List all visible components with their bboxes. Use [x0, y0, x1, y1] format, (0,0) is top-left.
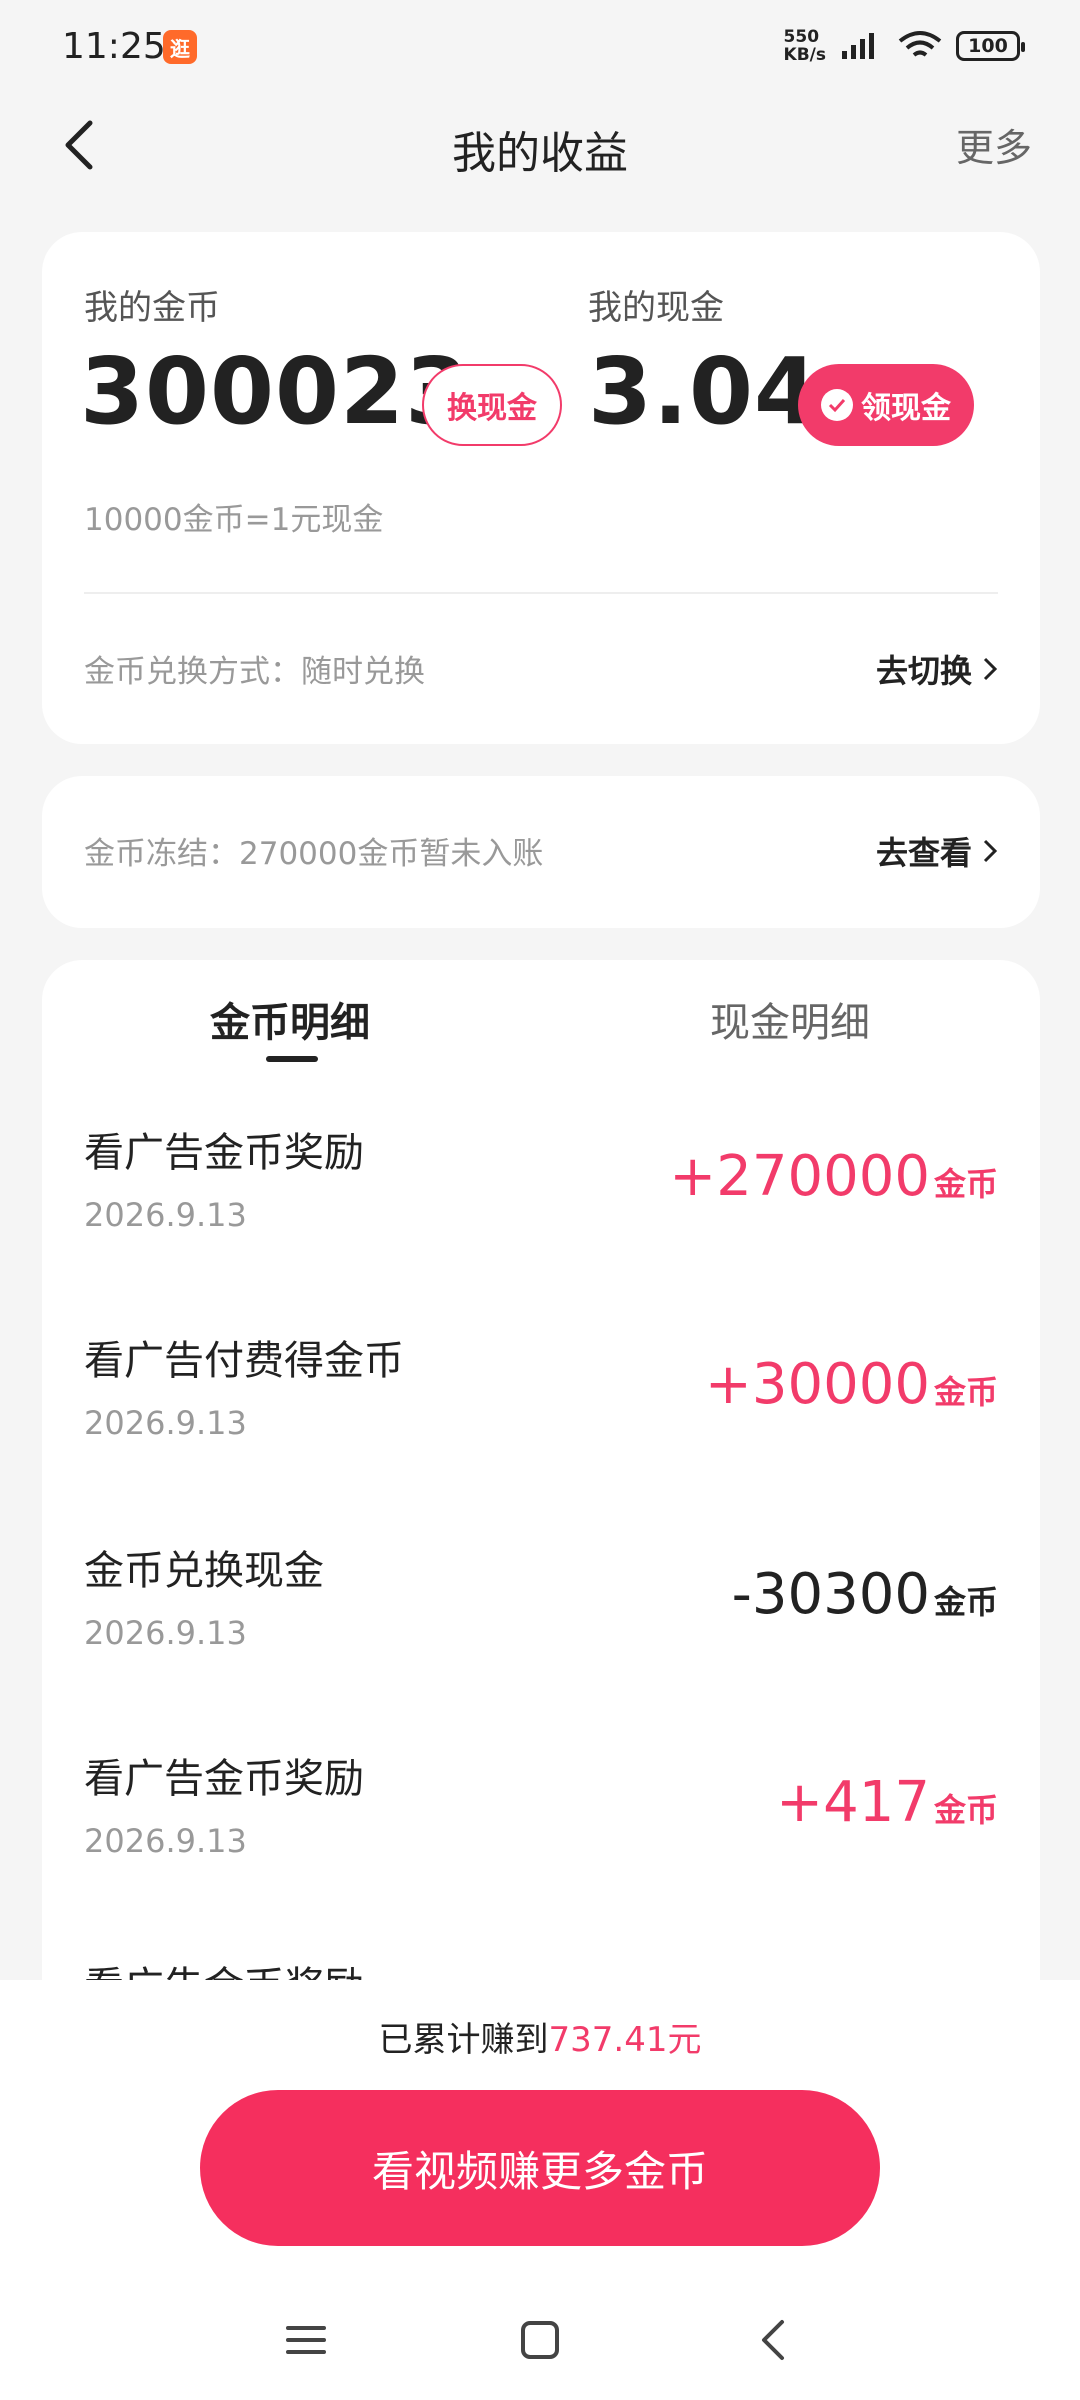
- network-speed: 550 KB/s: [784, 28, 826, 64]
- transaction-amount-unit: 金币: [933, 1583, 998, 1621]
- transaction-title: 看广告金币奖励: [84, 1130, 364, 1176]
- watch-video-earn-button[interactable]: 看视频赚更多金币: [200, 2090, 880, 2246]
- chevron-right-icon: [983, 839, 998, 863]
- transaction-date: 2026.9.13: [84, 1196, 247, 1234]
- transaction-amount-unit: 金币: [933, 1791, 998, 1829]
- tab-cash-details[interactable]: 现金明细: [710, 990, 870, 1048]
- cash-label: 我的现金: [588, 288, 724, 328]
- exchange-method-text: 金币兑换方式：随时兑换: [84, 654, 425, 690]
- transaction-amount: +30000 金币: [705, 1352, 998, 1417]
- total-earned-amount: 737.41元: [548, 2020, 702, 2060]
- transaction-amount-unit: 金币: [933, 1165, 998, 1203]
- exchange-cash-button[interactable]: 换现金: [422, 364, 562, 446]
- transaction-title: 看广告金币奖励: [84, 1756, 364, 1802]
- earnings-card: 我的金币 300023 换现金 我的现金 3.04 领现金 10000金币=1元…: [42, 232, 1040, 744]
- total-earned-label: 已累计赚到: [378, 2020, 549, 2060]
- status-bar: 11:25 逛 550 KB/s 100: [0, 0, 1080, 95]
- coin-label: 我的金币: [84, 288, 220, 328]
- divider: [84, 592, 998, 594]
- transaction-date: 2026.9.13: [84, 1404, 247, 1442]
- transaction-title: 看广告付费得金币: [84, 1338, 404, 1384]
- signal-icon: [842, 33, 874, 59]
- menu-icon[interactable]: [276, 2310, 336, 2370]
- frozen-coins-card: 金币冻结：270000金币暂未入账 去查看: [42, 776, 1040, 928]
- home-icon[interactable]: [510, 2310, 570, 2370]
- withdraw-cash-button[interactable]: 领现金: [798, 364, 974, 446]
- tab-coin-details[interactable]: 金币明细: [210, 990, 370, 1048]
- network-speed-unit: KB/s: [783, 45, 826, 65]
- transaction-row: 看广告金币奖励 2026.9.13 +270000 金币: [84, 1120, 998, 1320]
- chevron-right-icon: [983, 657, 998, 681]
- wifi-icon: [898, 31, 942, 57]
- app-notification-icon: 逛: [163, 30, 197, 64]
- transaction-amount-unit: 金币: [933, 1373, 998, 1411]
- status-icons: 550 KB/s 100: [784, 28, 1025, 64]
- transaction-amount-value: +30000: [704, 1352, 930, 1417]
- transaction-row: 看广告付费得金币 2026.9.13 +30000 金币: [84, 1328, 998, 1528]
- transaction-row: 金币兑换现金 2026.9.13 -30300 金币: [84, 1538, 998, 1738]
- transaction-date: 2026.9.13: [84, 1614, 247, 1652]
- switch-method-label: 去切换: [875, 652, 972, 690]
- transaction-date: 2026.9.13: [84, 1822, 247, 1860]
- exchange-rate: 10000金币=1元现金: [84, 502, 384, 538]
- cash-balance: 3.04: [588, 338, 819, 445]
- more-button[interactable]: 更多: [956, 117, 1032, 172]
- transaction-row: 看广告金币奖励 2026.9.13 +417 金币: [84, 1746, 998, 1946]
- transaction-title: 金币兑换现金: [84, 1548, 324, 1594]
- transaction-amount-value: +417: [776, 1770, 930, 1835]
- view-frozen-link[interactable]: 去查看: [876, 828, 998, 874]
- system-nav-bar: [0, 2282, 1080, 2392]
- wechat-icon: [821, 389, 853, 421]
- coin-balance: 300023: [80, 338, 471, 445]
- total-earned: 已累计赚到737.41元: [0, 2012, 1080, 2061]
- page-title: 我的收益: [452, 128, 628, 179]
- view-frozen-label: 去查看: [875, 834, 972, 872]
- transaction-amount: +270000 金币: [669, 1144, 998, 1209]
- back-icon[interactable]: [744, 2310, 804, 2370]
- withdraw-cash-label: 领现金: [861, 391, 951, 426]
- status-time: 11:25: [62, 26, 166, 67]
- transaction-amount: -30300 金币: [732, 1562, 998, 1627]
- battery-icon: 100: [956, 31, 1025, 61]
- transaction-amount: +417 金币: [776, 1770, 998, 1835]
- header: 我的收益 更多: [0, 95, 1080, 215]
- network-speed-value: 550: [783, 27, 820, 47]
- active-tab-indicator: [266, 1056, 318, 1062]
- transaction-amount-value: +270000: [669, 1144, 930, 1209]
- frozen-coins-text: 金币冻结：270000金币暂未入账: [84, 836, 544, 872]
- switch-method-link[interactable]: 去切换: [876, 646, 998, 692]
- transaction-amount-value: -30300: [731, 1562, 930, 1627]
